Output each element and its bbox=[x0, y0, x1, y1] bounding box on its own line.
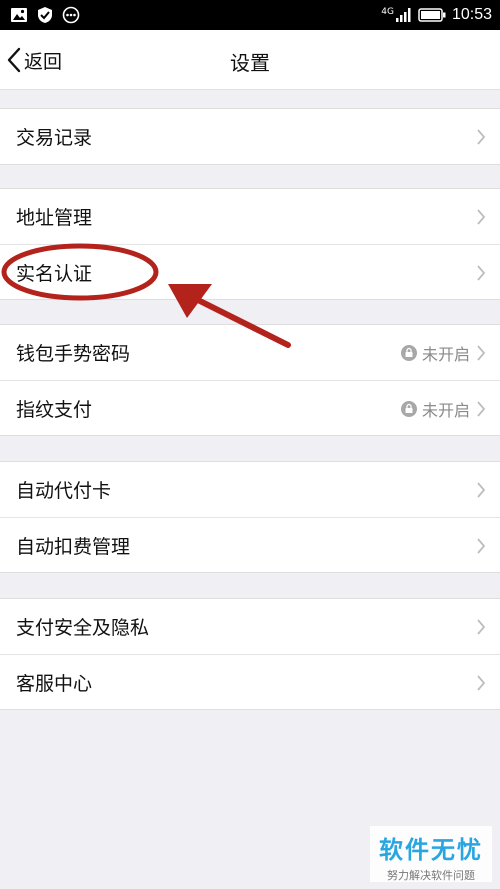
lock-icon bbox=[400, 344, 417, 361]
settings-group-account: 地址管理 实名认证 bbox=[0, 188, 500, 300]
row-label: 实名认证 bbox=[16, 262, 93, 285]
signal-icon bbox=[395, 8, 411, 22]
row-label: 指纹支付 bbox=[16, 398, 93, 421]
status-indicator: 未开启 bbox=[400, 325, 470, 380]
row-label: 交易记录 bbox=[16, 127, 93, 149]
status-bar: 4G 10:53 bbox=[0, 0, 500, 30]
settings-group-records: 交易记录 bbox=[0, 108, 500, 165]
chevron-right-icon bbox=[477, 401, 486, 417]
status-indicator: 未开启 bbox=[400, 381, 470, 436]
watermark-title: 软件无忧 bbox=[379, 836, 483, 864]
row-label: 客服中心 bbox=[16, 672, 93, 695]
chevron-right-icon bbox=[477, 675, 486, 691]
chevron-right-icon bbox=[477, 345, 486, 361]
page-title: 设置 bbox=[230, 51, 270, 75]
chevron-right-icon bbox=[477, 538, 486, 554]
row-label: 钱包手势密码 bbox=[16, 343, 131, 365]
status-text: 未开启 bbox=[421, 400, 470, 420]
battery-icon bbox=[418, 8, 446, 22]
settings-group-security: 钱包手势密码 未开启 指纹支付 未开启 bbox=[0, 324, 500, 436]
auto-deduction-management-item[interactable]: 自动扣费管理 bbox=[0, 517, 500, 572]
watermark-subtitle: 努力解决软件问题 bbox=[387, 869, 475, 882]
row-label: 自动扣费管理 bbox=[16, 535, 131, 558]
chevron-right-icon bbox=[477, 619, 486, 635]
chevron-right-icon bbox=[477, 129, 486, 145]
address-management-item[interactable]: 地址管理 bbox=[0, 189, 500, 244]
wallet-gesture-password-item[interactable]: 钱包手势密码 未开启 bbox=[0, 325, 500, 380]
clock: 10:53 bbox=[451, 6, 492, 23]
real-name-verification-item[interactable]: 实名认证 bbox=[0, 244, 500, 299]
transaction-records-item[interactable]: 交易记录 bbox=[0, 109, 500, 164]
watermark: 软件无忧 努力解决软件问题 bbox=[370, 826, 492, 882]
nav-bar: 返回 设置 bbox=[0, 30, 500, 90]
row-label: 自动代付卡 bbox=[16, 480, 112, 502]
row-label: 地址管理 bbox=[16, 207, 93, 229]
shield-icon bbox=[38, 7, 52, 23]
fingerprint-payment-item[interactable]: 指纹支付 未开启 bbox=[0, 380, 500, 435]
lock-icon bbox=[400, 400, 417, 417]
status-notifications bbox=[10, 6, 80, 24]
status-system: 4G 10:53 bbox=[381, 0, 492, 30]
settings-group-payments: 自动代付卡 自动扣费管理 bbox=[0, 461, 500, 573]
chevron-right-icon bbox=[477, 209, 486, 225]
image-icon bbox=[11, 8, 27, 22]
chevron-right-icon bbox=[477, 265, 486, 281]
auto-pay-card-item[interactable]: 自动代付卡 bbox=[0, 462, 500, 517]
customer-service-item[interactable]: 客服中心 bbox=[0, 654, 500, 709]
status-text: 未开启 bbox=[421, 344, 470, 364]
payment-security-privacy-item[interactable]: 支付安全及隐私 bbox=[0, 599, 500, 654]
more-icon bbox=[62, 6, 80, 24]
network-type: 4G bbox=[381, 7, 394, 17]
settings-group-support: 支付安全及隐私 客服中心 bbox=[0, 598, 500, 710]
chevron-right-icon bbox=[477, 482, 486, 498]
row-label: 支付安全及隐私 bbox=[16, 617, 150, 639]
